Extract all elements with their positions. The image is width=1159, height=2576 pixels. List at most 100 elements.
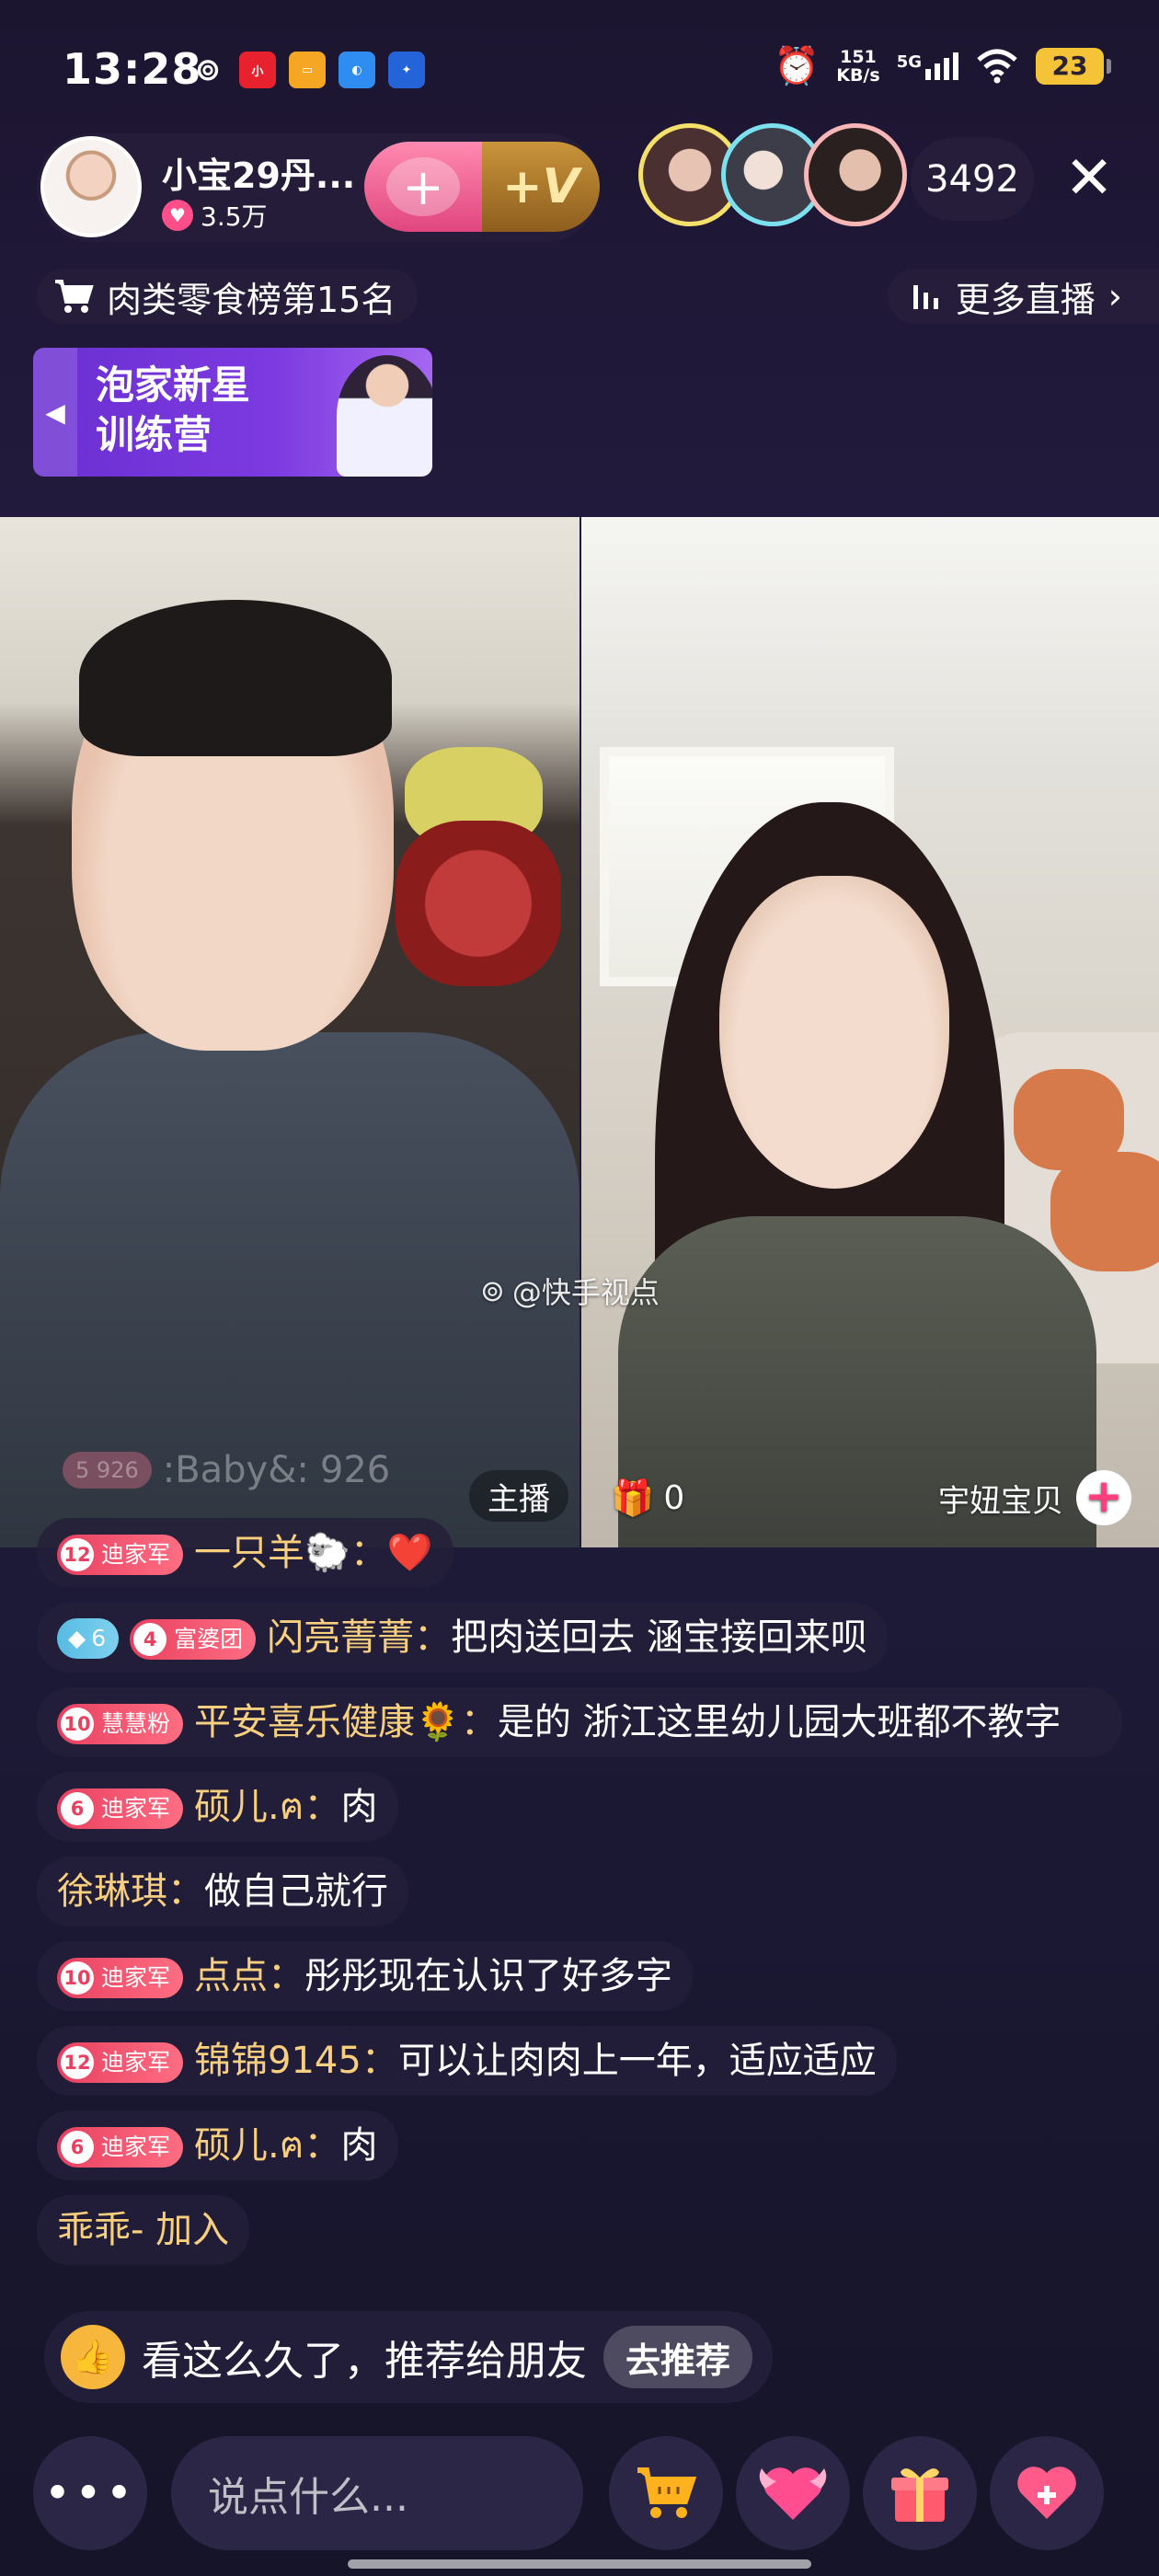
heart-plus-icon <box>1017 2467 1076 2519</box>
viewer-count[interactable]: 3492 <box>911 138 1034 221</box>
net-speed-unit: KB/s <box>836 64 880 86</box>
diamond-badge: ◆ 6 <box>57 1618 120 1659</box>
notification-icons: ⊚ 小 ▭ ◐ ✦ <box>189 52 425 88</box>
net-speed: 151 KB/s <box>836 48 879 85</box>
shopping-cart-icon <box>637 2467 697 2518</box>
chat-user[interactable]: 一只羊🐑 <box>194 1532 350 1574</box>
clock: 13:28 <box>63 44 202 94</box>
status-bar: 13:28 ⊚ 小 ▭ ◐ ✦ ⏰ 151 KB/s 5G 23 <box>0 0 1159 138</box>
rank-pill[interactable]: 肉类零食榜第15名 <box>37 269 419 324</box>
watermark: ⊚ @快手视点 <box>480 1270 660 1312</box>
badge-club: 迪家军 <box>101 2049 171 2076</box>
chat-message[interactable]: 10 慧慧粉 平安喜乐健康🌻：是的 浙江这里幼儿园大班都不教字 <box>37 1687 1122 1757</box>
host-fans: ♥ 3.5万 <box>162 197 268 234</box>
gift-button[interactable] <box>863 2436 977 2550</box>
chat-text: 肉 <box>340 1786 378 1828</box>
guest-face-image <box>719 876 949 1189</box>
follow-button[interactable]: +V <box>482 142 600 232</box>
badge-club: 迪家军 <box>101 1541 171 1568</box>
heart-plus-icon: + <box>386 157 460 216</box>
chat-user[interactable]: 硕儿.ฅ <box>194 1786 304 1828</box>
close-icon[interactable]: ✕ <box>1058 149 1120 212</box>
comment-input[interactable]: 说点什么... <box>171 2436 583 2550</box>
signal-type: 5G <box>896 52 922 72</box>
toy-image <box>396 821 561 986</box>
chat-message[interactable]: 6 迪家军 硕儿.ฅ：肉 <box>37 2110 398 2180</box>
host-hair-image <box>79 600 392 756</box>
rank-label: 肉类零食榜第15名 <box>107 279 396 320</box>
system-status: ⏰ 151 KB/s 5G 23 <box>774 44 1111 87</box>
fanclub-badge: 12 迪家军 <box>57 2042 184 2083</box>
badge-club: 迪家军 <box>101 1795 171 1822</box>
chat-user[interactable]: 徐琳琪 <box>57 1870 167 1913</box>
chat-user[interactable]: 点点 <box>194 1955 268 1997</box>
chat-message[interactable]: 6 迪家军 硕儿.ฅ：肉 <box>37 1772 398 1842</box>
faded-user: :Baby&: <box>162 1449 309 1491</box>
host-avatar[interactable] <box>40 136 142 237</box>
alarm-icon: ⏰ <box>774 45 820 87</box>
chat-text: 把肉送回去 涵宝接回来呗 <box>451 1616 867 1659</box>
more-options-button[interactable]: ••• <box>33 2436 147 2550</box>
xiaohongshu-icon: 小 <box>239 52 276 88</box>
fan-club-button[interactable]: + <box>364 142 482 232</box>
weibo-icon: ⊚ <box>480 1273 505 1308</box>
chat-user[interactable]: 锦锦9145 <box>194 2040 361 2082</box>
faded-comment: 5 926 :Baby&: 926 <box>63 1449 390 1491</box>
recommend-button[interactable]: 去推荐 <box>603 2326 753 2388</box>
badge-level: 6 <box>91 1625 107 1651</box>
host-fans-count: 3.5万 <box>201 201 268 232</box>
battery-icon: 23 <box>1036 47 1111 85</box>
top-viewers[interactable] <box>638 123 907 226</box>
guest-video-pane[interactable] <box>581 517 1159 1547</box>
chat-message[interactable]: 徐琳琪：做自己就行 <box>37 1857 408 1926</box>
pillow-image <box>1050 1152 1159 1271</box>
guest-name-tag[interactable]: 宇妞宝贝 + <box>938 1470 1131 1525</box>
winged-heart-icon <box>759 2467 827 2520</box>
follow-group[interactable]: + +V <box>364 142 600 232</box>
chat-message[interactable]: 乖乖- 加入 <box>37 2195 250 2265</box>
faded-badge-level: 5 <box>75 1457 90 1483</box>
host-tag: 主播 <box>469 1470 568 1522</box>
fanclub-badge: 10 慧慧粉 <box>57 1704 184 1744</box>
fanclub-badge: 6 迪家军 <box>57 1788 184 1829</box>
chat-user[interactable]: 乖乖- <box>57 2209 143 2251</box>
fanclub-badge: 12 迪家军 <box>57 1535 184 1575</box>
home-indicator[interactable] <box>348 2559 811 2569</box>
like-button[interactable] <box>990 2436 1104 2550</box>
chat-message[interactable]: ◆ 6 4 富婆团 闪亮菁菁：把肉送回去 涵宝接回来呗 <box>37 1603 888 1673</box>
viewer-avatar[interactable] <box>804 123 907 226</box>
fan-heart-button[interactable] <box>736 2436 850 2550</box>
follow-guest-plus-icon[interactable]: + <box>1076 1470 1131 1525</box>
more-live-button[interactable]: 更多直播 › <box>887 269 1159 324</box>
more-live-label: 更多直播 <box>955 279 1096 320</box>
faded-text: 926 <box>319 1449 391 1491</box>
banner-line1: 泡家新星 <box>96 362 251 408</box>
faded-badge-text: 926 <box>96 1457 139 1483</box>
chat-message[interactable]: 12 迪家军 一只羊🐑：❤️ <box>37 1518 453 1588</box>
chat-text: 加入 <box>155 2209 230 2251</box>
badge-club: 迪家军 <box>101 2133 171 2160</box>
chat-text: 彤彤现在认识了好多字 <box>304 1955 673 1997</box>
promo-banner[interactable]: ◀ 泡家新星 训练营 <box>33 348 432 477</box>
host-video-pane[interactable] <box>0 517 580 1547</box>
recommend-bar[interactable]: 👍 看这么久了，推荐给朋友 去推荐 <box>44 2311 774 2403</box>
host-name[interactable]: 小宝29丹... <box>162 147 355 198</box>
chat-list[interactable]: 12 迪家军 一只羊🐑：❤️ ◆ 6 4 富婆团 闪亮菁菁：把肉送回去 涵宝接回来呗 10 慧… <box>37 1518 1122 2280</box>
guest-name[interactable]: 宇妞宝贝 <box>938 1476 1063 1521</box>
badge-level: 6 <box>61 1792 94 1825</box>
chat-text: 可以让肉肉上一年，适应适应 <box>397 2040 877 2082</box>
badge-level: 12 <box>61 2046 94 2079</box>
chat-user[interactable]: 硕儿.ฅ <box>194 2124 304 2167</box>
fanclub-badge: 6 迪家军 <box>57 2127 184 2168</box>
chat-user[interactable]: 闪亮菁菁 <box>267 1616 414 1659</box>
notes-icon: ▭ <box>289 52 326 88</box>
chat-message[interactable]: 10 迪家军 点点：彤彤现在认识了好多字 <box>37 1941 694 2011</box>
live-video[interactable] <box>0 517 1159 1547</box>
shop-button[interactable] <box>609 2436 723 2550</box>
thumbs-up-icon: 👍 <box>61 2325 125 2389</box>
chat-message[interactable]: 12 迪家军 锦锦9145：可以让肉肉上一年，适应适应 <box>37 2026 897 2096</box>
gift-icon: 🎁 <box>611 1477 655 1518</box>
collapse-arrow-icon[interactable]: ◀ <box>33 348 77 477</box>
chat-user[interactable]: 平安喜乐健康🌻 <box>194 1701 461 1743</box>
guest-gift-count: 🎁 0 <box>611 1472 684 1524</box>
